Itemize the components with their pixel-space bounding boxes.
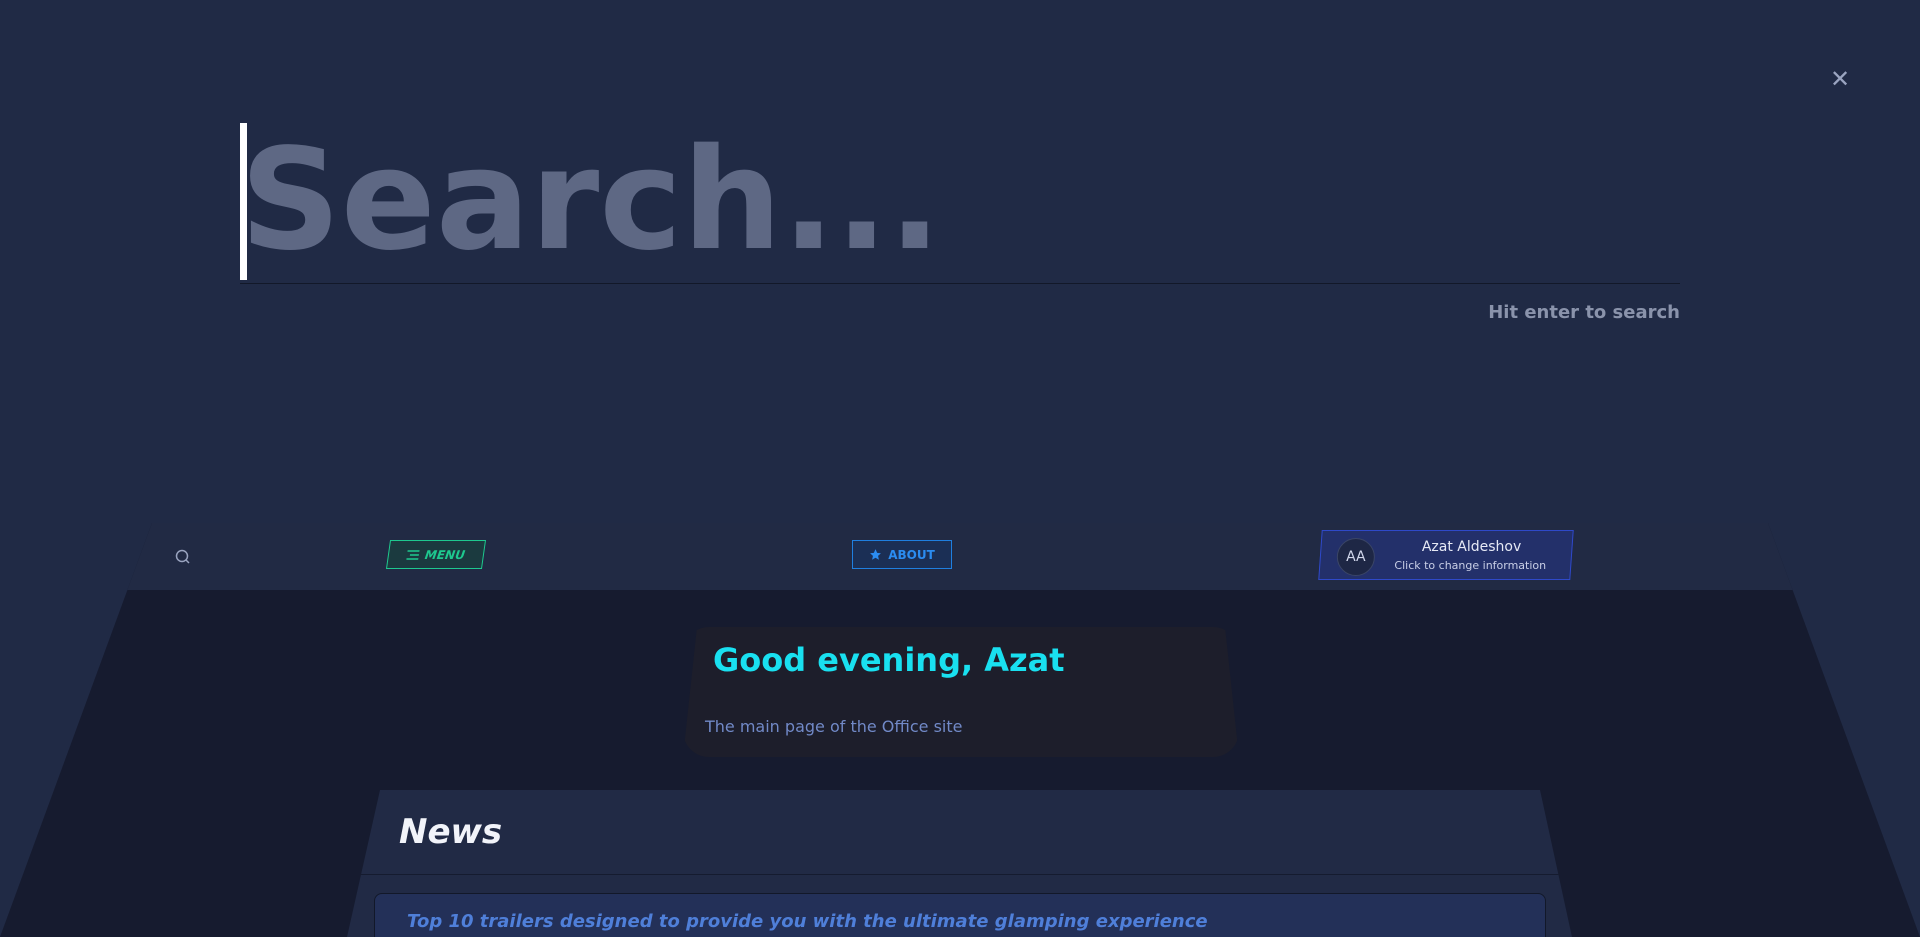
navbar: MENU ABOUT AA Azat Aldeshov Click to cha… — [0, 523, 1920, 590]
avatar: AA — [1336, 538, 1375, 576]
search-hint: Hit enter to search — [1488, 302, 1680, 323]
greeting-title: Good evening, Azat — [713, 641, 1065, 679]
about-button[interactable]: ABOUT — [852, 540, 952, 569]
greeting-subtitle: The main page of the Office site — [705, 717, 963, 736]
greeting-card: Good evening, Azat The main page of the … — [683, 627, 1239, 757]
menu-button[interactable]: MENU — [385, 540, 487, 569]
search-underline — [240, 283, 1680, 284]
news-heading: News — [399, 812, 503, 852]
search-icon[interactable] — [174, 548, 192, 566]
search-input[interactable] — [240, 120, 1680, 280]
news-panel: News Top 10 trailers designed to provide… — [347, 790, 1572, 937]
user-subtitle: Click to change information — [1394, 559, 1547, 572]
app-page: MENU ABOUT AA Azat Aldeshov Click to cha… — [0, 523, 1920, 937]
menu-label: MENU — [424, 547, 466, 562]
news-divider — [355, 874, 1565, 875]
about-label: ABOUT — [888, 547, 935, 562]
close-icon[interactable]: ✕ — [1826, 66, 1854, 92]
star-icon — [870, 549, 882, 560]
news-item-title: Top 10 trailers designed to provide you … — [407, 911, 1208, 932]
text-cursor — [240, 123, 247, 280]
user-profile-card[interactable]: AA Azat Aldeshov Click to change informa… — [1318, 530, 1574, 580]
news-item[interactable]: Top 10 trailers designed to provide you … — [374, 893, 1546, 937]
menu-icon — [406, 549, 420, 560]
page: ✕ Hit enter to search MENU — [0, 0, 1920, 937]
user-name: Azat Aldeshov — [1421, 539, 1522, 555]
